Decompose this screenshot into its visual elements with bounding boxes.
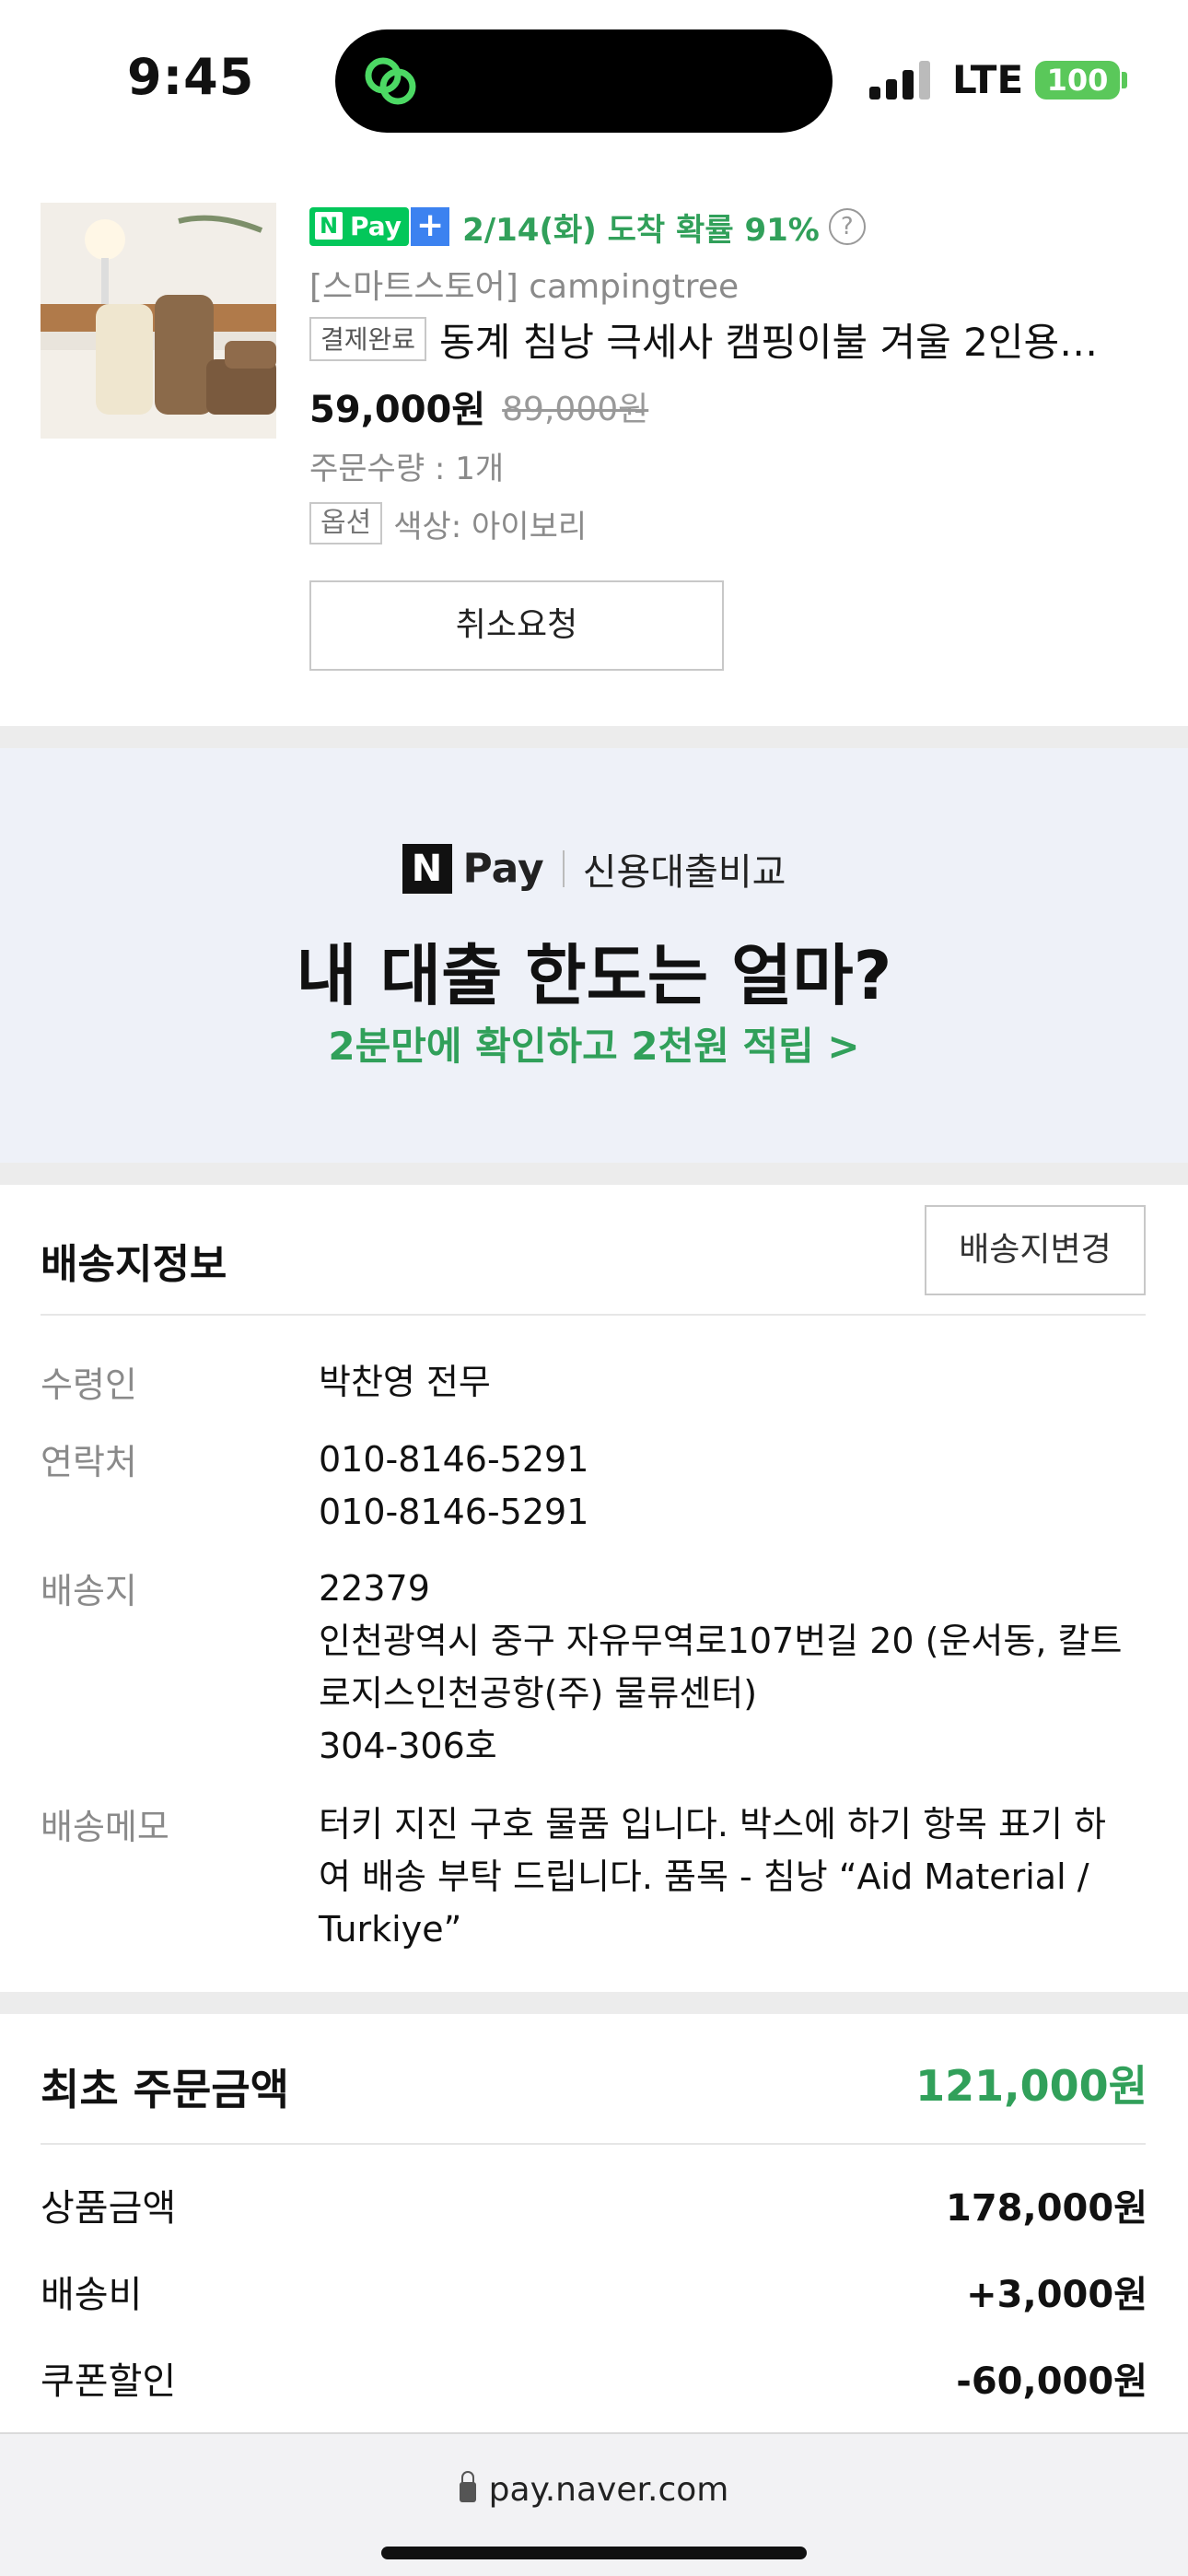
address-line: 로지스인천공항(주) 물류센터) <box>319 1673 758 1714</box>
recipient-label: 수령인 <box>41 1364 137 1405</box>
memo-line: 여 배송 부탁 드립니다. 품목 - 침낭 “Aid Material / <box>319 1856 1089 1897</box>
banner-subline[interactable]: 2분만에 확인하고 2천원 적립 > <box>0 1015 1188 1071</box>
lock-icon <box>459 2471 476 2502</box>
battery-tip <box>1122 72 1127 88</box>
address-line: 인천광역시 중구 자유무역로107번길 20 (운서동, 칼트 <box>319 1621 1123 1661</box>
memo-line: Turkiye” <box>319 1909 462 1950</box>
memo-label: 배송메모 <box>41 1807 169 1847</box>
amount-row-value: 178,000원 <box>946 2187 1147 2230</box>
order-status-tag: 결제완료 <box>309 317 427 361</box>
banner-headline: 내 대출 한도는 얼마? <box>296 937 892 1014</box>
section-rule <box>41 2143 1146 2145</box>
dynamic-island <box>335 29 833 133</box>
cancel-request-button[interactable]: 취소요청 <box>309 580 724 671</box>
amount-total: 121,000원 <box>915 2061 1147 2111</box>
signal-icon <box>869 59 932 100</box>
option-tag: 옵션 <box>309 502 383 544</box>
store-name[interactable]: [스마트스토어] campingtree <box>309 256 1157 311</box>
link-app-icon <box>365 57 416 105</box>
browser-address-bar[interactable]: pay.naver.com <box>0 2432 1188 2576</box>
arrival-estimate: 2/14(화) 도착 확률 91% <box>462 211 820 249</box>
postcode: 22379 <box>319 1568 430 1609</box>
clock: 9:45 <box>127 48 255 106</box>
amount-row-label: 쿠폰할인 <box>41 2360 177 2403</box>
product-title[interactable]: 동계 침낭 극세사 캠핑이불 겨울 2인용… <box>439 311 1098 368</box>
amount-row-label: 배송비 <box>41 2274 143 2316</box>
product-thumbnail[interactable] <box>41 203 276 439</box>
section-divider <box>0 726 1188 748</box>
section-rule <box>41 1314 1146 1316</box>
option-value: 색상: 아이보리 <box>393 508 588 545</box>
product-image <box>41 203 276 439</box>
banner-service: 신용대출비교 <box>582 851 786 894</box>
npay-logo-text: Pay <box>462 845 544 893</box>
loan-ad-banner[interactable]: N Pay 신용대출비교 내 대출 한도는 얼마? 2분만에 확인하고 2천원 적립… <box>0 748 1188 1163</box>
battery-icon: 100 <box>1035 61 1120 100</box>
change-address-button[interactable]: 배송지변경 <box>925 1205 1146 1295</box>
order-product: N Pay + 2/14(화) 도착 확률 91% ? [스마트스토어] campi… <box>0 166 1188 726</box>
sale-price: 59,000원 <box>309 389 486 431</box>
npay-badge: N Pay <box>309 207 410 246</box>
amount-row-value: +3,000원 <box>966 2274 1147 2316</box>
memo-line: 터키 지진 구호 물품 입니다. 박스에 하기 항목 표기 하 <box>319 1804 1106 1844</box>
amount-row-label: 상품금액 <box>41 2187 177 2230</box>
help-icon[interactable]: ? <box>828 208 866 245</box>
contact-value: 010-8146-5291 <box>319 1492 589 1532</box>
banner-separator <box>562 850 565 887</box>
order-quantity: 주문수량 : 1개 <box>309 451 505 487</box>
section-divider <box>0 1992 1188 2014</box>
url-text[interactable]: pay.naver.com <box>489 2471 729 2509</box>
amount-row-value: -60,000원 <box>956 2360 1147 2403</box>
home-indicator[interactable] <box>381 2547 807 2559</box>
amount-title: 최초 주문금액 <box>41 2065 289 2114</box>
section-divider <box>0 1163 1188 1185</box>
address-label: 배송지 <box>41 1571 137 1611</box>
contact-value: 010-8146-5291 <box>319 1439 589 1480</box>
order-amount-section: 최초 주문금액 121,000원 상품금액 178,000원 배송비 +3,00… <box>0 2014 1188 2438</box>
delivery-title: 배송지정보 <box>41 1241 227 1288</box>
status-bar: 9:45 LTE 100 <box>0 0 1188 166</box>
npay-logo-icon: N <box>402 844 452 894</box>
contact-label: 연락처 <box>41 1442 137 1482</box>
delivery-info-section: 배송지정보 배송지변경 수령인 박찬영 전무 연락처 010-8146-5291… <box>0 1185 1188 1992</box>
network-type: LTE <box>952 57 1024 102</box>
original-price: 89,000원 <box>502 391 649 428</box>
plus-badge: + <box>411 207 450 246</box>
recipient-value: 박찬영 전무 <box>319 1362 491 1402</box>
address-line: 304-306호 <box>319 1726 497 1766</box>
